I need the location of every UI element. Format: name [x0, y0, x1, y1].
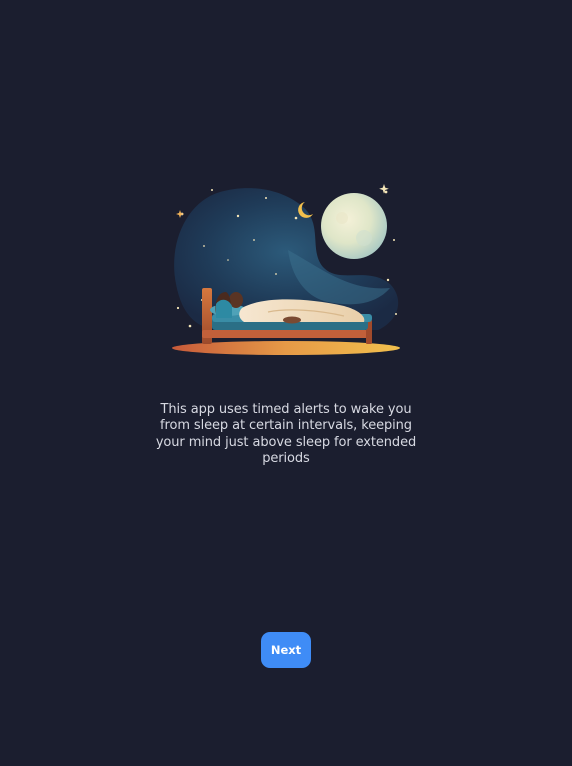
sleep-illustration — [168, 180, 404, 358]
onboarding-description: This app uses timed alerts to wake you f… — [155, 402, 417, 466]
next-button[interactable]: Next — [261, 632, 311, 668]
